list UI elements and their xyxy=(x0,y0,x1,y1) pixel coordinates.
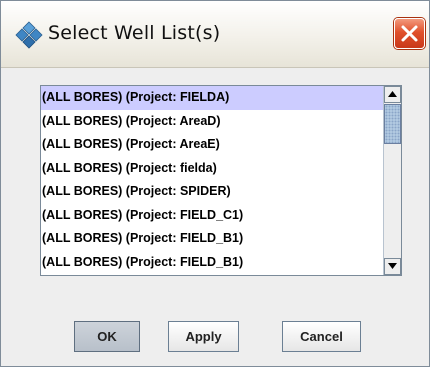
list-item[interactable]: (ALL BORES) (Project: FIELDA) xyxy=(41,86,383,110)
ok-button[interactable]: OK xyxy=(74,321,140,352)
list-item[interactable]: (ALL BORES) (Project: FIELD_C1) xyxy=(41,204,383,228)
list-item[interactable]: (ALL BORES) (Project: AreaE) xyxy=(41,133,383,157)
select-well-list-dialog: Select Well List(s) (ALL BORES) (Project… xyxy=(0,0,430,367)
title-bar[interactable]: Select Well List(s) xyxy=(1,1,429,68)
list-item[interactable]: (ALL BORES) (Project: SPIDER) xyxy=(41,180,383,204)
list-item[interactable]: (ALL BORES) (Project: AreaD) xyxy=(41,110,383,134)
list-item[interactable]: (ALL BORES) (Project: FIELD_B1) xyxy=(41,227,383,251)
app-diamond-icon xyxy=(15,21,43,49)
dialog-title: Select Well List(s) xyxy=(48,22,221,44)
scroll-up-button[interactable] xyxy=(384,86,401,103)
vertical-scrollbar[interactable] xyxy=(383,86,401,275)
cancel-button[interactable]: Cancel xyxy=(282,321,361,352)
list-item[interactable]: (ALL BORES) (Project: FIELD_B1) xyxy=(41,251,383,275)
scroll-thumb[interactable] xyxy=(384,104,401,144)
well-list-box[interactable]: (ALL BORES) (Project: FIELDA) (ALL BORES… xyxy=(40,85,402,276)
scroll-down-button[interactable] xyxy=(384,258,401,275)
dialog-content: (ALL BORES) (Project: FIELDA) (ALL BORES… xyxy=(1,68,429,366)
close-button[interactable] xyxy=(394,18,425,49)
list-item[interactable]: (ALL BORES) (Project: fielda) xyxy=(41,157,383,181)
apply-button[interactable]: Apply xyxy=(168,321,239,352)
well-list[interactable]: (ALL BORES) (Project: FIELDA) (ALL BORES… xyxy=(41,86,383,275)
